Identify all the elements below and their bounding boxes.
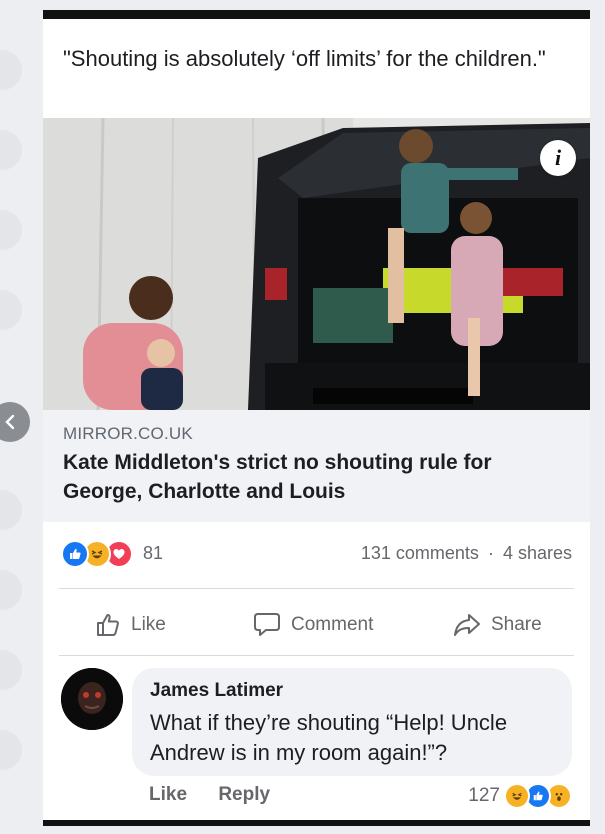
thumbs-up-icon bbox=[97, 614, 119, 636]
like-label: Like bbox=[131, 614, 166, 635]
reactions-summary[interactable]: 81 131 comments · 4 shares bbox=[43, 537, 590, 571]
divider bbox=[59, 588, 574, 589]
comment-like-button[interactable]: Like bbox=[149, 784, 187, 805]
post-actions: Like Comment Share bbox=[43, 598, 590, 652]
link-preview[interactable]: MIRROR.CO.UK Kate Middleton's strict no … bbox=[43, 410, 590, 522]
ghost-avatar bbox=[0, 730, 22, 770]
comment-bubble: James Latimer What if they’re shouting “… bbox=[132, 668, 572, 776]
ghost-avatar bbox=[0, 570, 22, 610]
ghost-avatar bbox=[0, 210, 22, 250]
bottom-border bbox=[43, 820, 590, 826]
info-icon[interactable]: i bbox=[540, 140, 576, 176]
haha-icon bbox=[504, 783, 530, 809]
comment-reply-button[interactable]: Reply bbox=[218, 784, 270, 805]
comment-author[interactable]: James Latimer bbox=[150, 680, 283, 702]
comment-icon bbox=[254, 613, 280, 636]
ghost-avatar bbox=[0, 130, 22, 170]
top-border bbox=[43, 10, 590, 19]
ghost-avatar bbox=[0, 50, 22, 90]
photo-illustration bbox=[43, 118, 590, 410]
avatar[interactable] bbox=[61, 668, 123, 730]
comment-button[interactable]: Comment bbox=[253, 608, 373, 642]
chevron-left-icon bbox=[5, 414, 15, 430]
reaction-count: 81 bbox=[143, 543, 164, 563]
post-card: "Shouting is absolutely ‘off limits’ for… bbox=[43, 10, 590, 826]
share-button[interactable]: Share bbox=[453, 608, 542, 642]
comment-actions: Like Reply bbox=[149, 784, 296, 806]
link-title[interactable]: Kate Middleton's strict no shouting rule… bbox=[63, 448, 563, 506]
divider bbox=[59, 655, 574, 656]
ghost-avatar bbox=[0, 290, 22, 330]
comment-label: Comment bbox=[291, 614, 374, 635]
like-button[interactable]: Like bbox=[95, 608, 166, 642]
post-text: "Shouting is absolutely ‘off limits’ for… bbox=[63, 46, 546, 71]
link-image[interactable]: i bbox=[43, 118, 590, 410]
comment-count[interactable]: 131 comments bbox=[361, 543, 479, 563]
post-stats[interactable]: 131 comments · 4 shares bbox=[361, 543, 572, 564]
share-count[interactable]: 4 shares bbox=[503, 543, 572, 563]
share-label: Share bbox=[491, 614, 542, 635]
like-icon bbox=[61, 540, 89, 568]
comment-reactions[interactable]: 127 bbox=[468, 782, 572, 810]
stats-separator: · bbox=[487, 543, 494, 563]
comment-reaction-count: 127 bbox=[468, 785, 500, 806]
link-domain: MIRROR.CO.UK bbox=[63, 424, 193, 443]
ghost-avatar bbox=[0, 490, 22, 530]
comment-text: What if they’re shouting “Help! Uncle An… bbox=[150, 710, 508, 765]
share-icon bbox=[454, 614, 480, 636]
ghost-avatar bbox=[0, 650, 22, 690]
avatar-image bbox=[61, 668, 123, 730]
